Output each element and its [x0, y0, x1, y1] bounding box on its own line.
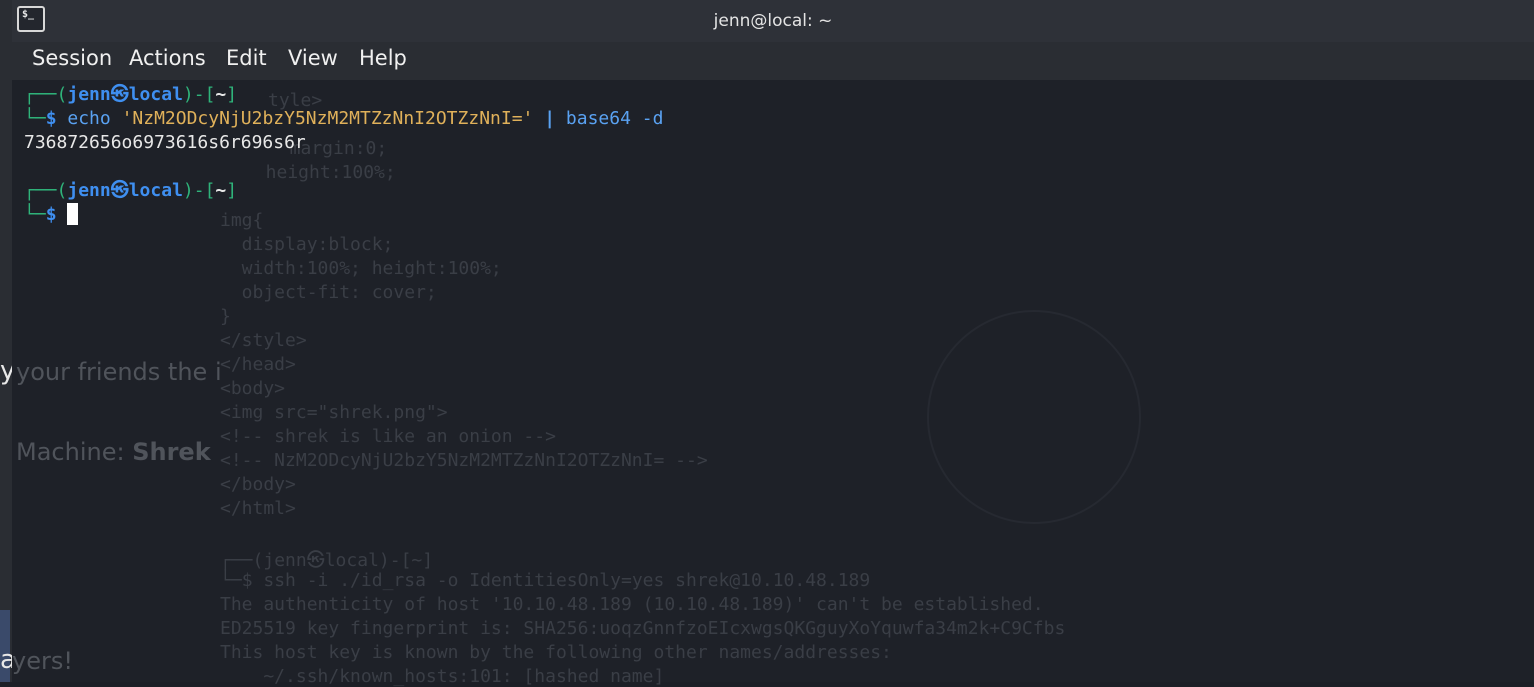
ghost-ssh-line: This host key is known by the following … [220, 642, 892, 663]
ghost-ssh-line: ~/.ssh/known_hosts:101: [hashed name] [220, 666, 665, 687]
title-bar[interactable]: $_ jenn@local: ~ [12, 0, 1534, 43]
ghost-code-line: </html> [220, 498, 296, 519]
prompt-symbol: $ [45, 108, 57, 129]
ghost-code-line: </body> [220, 474, 296, 495]
menu-session[interactable]: Session [30, 46, 114, 70]
menu-bar: Session Actions Edit View Help [12, 42, 1534, 80]
ghost-ssh-line: The authenticity of host '10.10.48.189 (… [220, 594, 1044, 615]
menu-help[interactable]: Help [357, 46, 409, 70]
ghost-ssh-command: └─$ ssh -i ./id_rsa -o IdentitiesOnly=ye… [220, 570, 871, 591]
ghost-code-line: <!-- NzM2ODcyNjU2bzY5NzM2MTZzNnI2OTZzNnI… [220, 450, 708, 471]
ghost-code-line: width:100%; height:100%; [220, 258, 502, 279]
terminal-window: $_ jenn@local: ~ Session Actions Edit Vi… [12, 0, 1534, 687]
ghost-code-line: object-fit: cover; [220, 282, 437, 303]
ghost-code-line: display:block; [220, 234, 394, 255]
prompt-line-1: ┌──(jenn㉿local)-[~] [24, 84, 238, 105]
ghost-code-line: img{ [220, 210, 264, 231]
command-base64: base64 [565, 108, 631, 129]
menu-actions[interactable]: Actions [127, 46, 208, 70]
ghost-background-content: tyle> margin:0; height:100%; img{ displa… [12, 80, 1534, 687]
text-cursor [67, 203, 79, 225]
ghost-page-machine: Machine: Shrek [16, 438, 211, 466]
ghost-ssh-line: ED25519 key fingerprint is: SHA256:uoqzG… [220, 618, 1066, 639]
prompt-host: local [128, 84, 183, 105]
ghost-code-line: <img src="shrek.png"> [220, 402, 448, 423]
ghost-code-line: height:100%; [244, 162, 396, 183]
ghost-code-line: </head> [220, 354, 296, 375]
background-window-strip: y a [0, 0, 16, 682]
prompt-user: jenn [67, 84, 111, 105]
command-line-1: └─$ echo 'NzM2ODcyNjU2bzY5NzM2MTZzNnI2OT… [24, 108, 664, 129]
command-line-2[interactable]: └─$ [24, 203, 79, 227]
ghost-code-line: } [220, 306, 231, 327]
menu-edit[interactable]: Edit [224, 46, 269, 70]
ghost-code-line: <!-- shrek is like an onion --> [220, 426, 556, 447]
command-flag: -d [641, 108, 664, 129]
window-title: jenn@local: ~ [713, 11, 833, 31]
prompt-dir: ~ [215, 84, 227, 105]
menu-view[interactable]: View [286, 46, 340, 70]
command-argument: 'NzM2ODcyNjU2bzY5NzM2MTZzNnI2OTZzNnI=' [121, 108, 534, 129]
ghost-prompt: ┌──(jenn㉿local)-[~] [220, 550, 434, 571]
ghost-page-text: yers! [12, 647, 73, 675]
ghost-code-line: </style> [220, 330, 307, 351]
prompt-line-2: ┌──(jenn㉿local)-[~] [24, 180, 238, 201]
command-echo: echo [67, 108, 111, 129]
command-output: 736872656o6973616s6r696s6r [24, 132, 306, 153]
ghost-page-text: your friends the i [16, 358, 222, 386]
terminal-area[interactable]: tyle> margin:0; height:100%; img{ displa… [12, 80, 1534, 687]
ghost-image-outline [927, 310, 1141, 524]
prompt-at: ㉿ [110, 84, 129, 105]
ghost-code-line: <body> [220, 378, 286, 399]
command-pipe: | [544, 108, 556, 129]
